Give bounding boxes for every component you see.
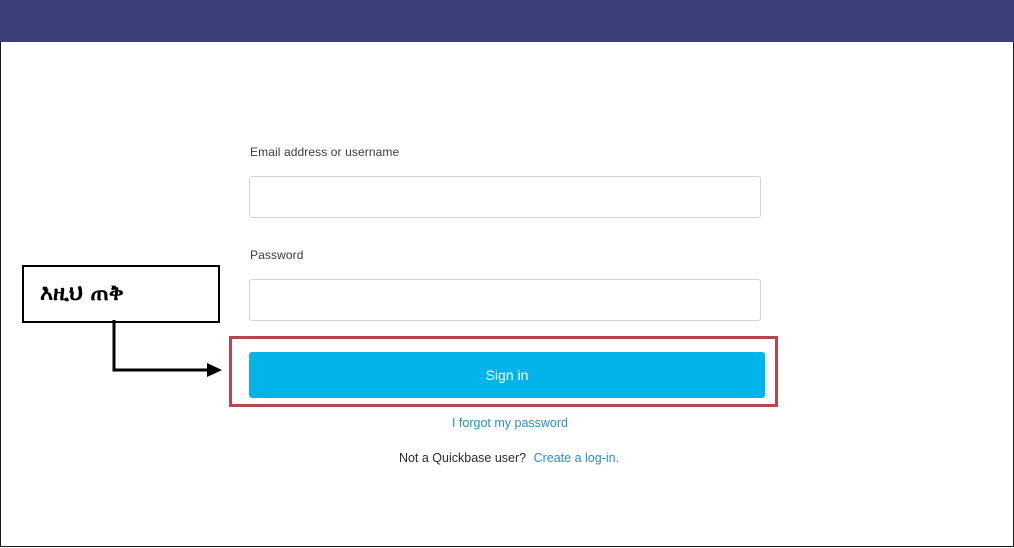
- not-user-prompt: Not a Quickbase user?: [398, 451, 527, 465]
- password-field[interactable]: [249, 279, 761, 321]
- instruction-callout: እዚህ ጠቅ: [22, 265, 220, 323]
- forgot-password-link[interactable]: I forgot my password: [452, 416, 568, 430]
- create-login-link[interactable]: Create a log-in.: [534, 451, 619, 465]
- create-account-row: Not a Quickbase user? Create a log-in.: [0, 451, 1014, 465]
- forgot-password-row: I forgot my password: [0, 416, 1014, 430]
- email-field[interactable]: [249, 176, 761, 218]
- password-label: Password: [250, 248, 304, 262]
- top-header-bar: [0, 0, 1014, 42]
- sign-in-highlight-box: [229, 336, 778, 407]
- email-label: Email address or username: [250, 145, 400, 159]
